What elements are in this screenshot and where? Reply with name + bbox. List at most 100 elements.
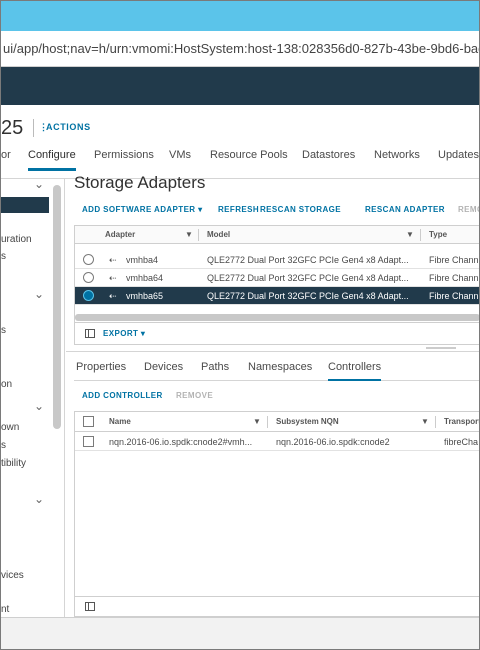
tab-updates[interactable]: Updates [438,145,479,179]
column-header-model[interactable]: Model [207,230,230,239]
adapter-model: QLE2772 Dual Port 32GFC PCIe Gen4 x8 Ada… [207,255,409,265]
tab-controllers[interactable]: Controllers [328,361,382,381]
sidebar-item[interactable]: own [1,422,19,433]
app-window: ui/app/host;nav=h/urn:vmomi:HostSystem:h… [0,0,480,650]
table-row[interactable]: ⇠ vmhba4 QLE2772 Dual Port 32GFC PCIe Ge… [75,251,479,269]
sidebar-item[interactable]: s [1,325,6,336]
column-separator[interactable] [198,229,199,241]
sidebar-item[interactable]: uration [1,234,32,245]
add-software-adapter-button[interactable]: ADD SOFTWARE ADAPTER ▾ [82,205,203,214]
column-header-transport[interactable]: Transport [444,417,479,426]
column-separator[interactable] [435,416,436,428]
pane-divider [66,351,479,352]
refresh-button[interactable]: REFRESH [218,205,259,214]
page-title: Storage Adapters [74,173,206,192]
status-bar [1,617,479,649]
actions-label: ACTIONS [46,122,91,132]
adapter-type: Fibre Chann [429,273,479,283]
split-resize-handle[interactable] [426,347,456,349]
sidebar-item-active[interactable] [1,197,49,213]
tab-configure[interactable]: Configure [28,145,76,179]
row-radio[interactable] [83,254,94,265]
adapter-name: vmhba4 [126,255,159,265]
column-header-subsystem-nqn[interactable]: Subsystem NQN [276,417,339,426]
chevron-down-icon[interactable]: ⌄ [34,287,44,301]
tab-properties[interactable]: Properties [76,361,126,381]
grid-footer [75,596,479,616]
controller-nqn: nqn.2016-06.io.spdk:cnode2 [276,437,390,447]
grid-horizontal-scrollbar[interactable] [75,314,479,321]
column-separator[interactable] [420,229,421,241]
more-vertical-icon: ⋮ [39,122,49,132]
column-header-name[interactable]: Name [109,417,131,426]
chevron-down-icon[interactable]: ⌄ [34,399,44,413]
adapter-name: vmhba64 [126,273,164,283]
adapter-model: QLE2772 Dual Port 32GFC PCIe Gen4 x8 Ada… [207,291,409,301]
window-titlebar [1,1,479,31]
grid-footer: EXPORT ▾ [75,322,479,344]
tab-paths[interactable]: Paths [201,361,229,381]
app-header [1,67,479,105]
grid-header: Adapter ▼ Model ▼ Type [75,226,479,244]
actions-menu[interactable]: ⋮ACTIONS [39,122,91,133]
header-divider [33,119,34,137]
controllers-grid: Name ▼ Subsystem NQN ▼ Transport nqn.201… [74,411,479,617]
sidebar-item[interactable]: on [1,379,12,390]
sidebar-item[interactable]: nt [1,604,9,615]
adapters-grid: Adapter ▼ Model ▼ Type ⇠ vmhba4 QLE2772 … [74,225,479,345]
filter-icon[interactable]: ▼ [406,230,414,239]
chevron-down-icon[interactable]: ⌄ [34,177,44,191]
tab-partial[interactable]: or [1,145,11,179]
table-row[interactable]: ⇠ vmhba64 QLE2772 Dual Port 32GFC PCIe G… [75,269,479,287]
filter-icon[interactable]: ▼ [253,417,261,426]
adapter-type: Fibre Chann [429,255,479,265]
host-name: 25 [1,117,24,139]
sidebar-item[interactable]: s [1,440,6,451]
chevron-down-icon[interactable]: ⌄ [34,492,44,506]
object-tabs: or Configure Permissions VMs Resource Po… [1,145,479,179]
object-header: 25 ⋮ACTIONS or Configure Permissions VMs… [1,105,479,179]
column-separator[interactable] [267,416,268,428]
adapter-icon: ⇠ [109,291,117,301]
row-checkbox[interactable] [83,436,94,447]
table-row-selected[interactable]: ⇠ vmhba65 QLE2772 Dual Port 32GFC PCIe G… [75,287,479,305]
configure-sidebar: ⌄ uration s ⌄ s on ⌄ own s tibility ⌄ vi… [1,177,65,617]
adapter-model: QLE2772 Dual Port 32GFC PCIe Gen4 x8 Ada… [207,273,409,283]
tab-namespaces[interactable]: Namespaces [248,361,312,381]
sidebar-scrollbar[interactable] [53,185,61,429]
sidebar-item[interactable]: s [1,251,6,262]
adapter-name: vmhba65 [126,291,164,301]
rescan-storage-button[interactable]: RESCAN STORAGE [260,205,341,214]
sidebar-item[interactable]: vices [1,570,24,581]
main-panel: Storage Adapters ADD SOFTWARE ADAPTER ▾ … [66,173,479,617]
adapter-icon: ⇠ [109,255,117,265]
filter-icon[interactable]: ▼ [185,230,193,239]
export-button[interactable]: EXPORT ▾ [103,329,145,338]
grid-header: Name ▼ Subsystem NQN ▼ Transport [75,412,479,432]
select-all-checkbox[interactable] [83,416,94,427]
sidebar-item[interactable]: tibility [1,458,26,469]
adapter-type: Fibre Chann [429,291,479,301]
row-radio[interactable] [83,272,94,283]
remove-adapter-button[interactable]: REMO [458,205,479,214]
column-toggle-icon[interactable] [85,602,95,611]
url-text[interactable]: ui/app/host;nav=h/urn:vmomi:HostSystem:h… [3,41,479,56]
filter-icon[interactable]: ▼ [421,417,429,426]
tab-networks[interactable]: Networks [374,145,420,179]
table-row[interactable]: nqn.2016-06.io.spdk:cnode2#vmh... nqn.20… [75,433,479,451]
rescan-adapter-button[interactable]: RESCAN ADAPTER [365,205,445,214]
tab-resource-pools[interactable]: Resource Pools [210,145,288,179]
controller-name: nqn.2016-06.io.spdk:cnode2#vmh... [109,437,253,447]
remove-controller-button[interactable]: REMOVE [176,391,213,400]
row-radio[interactable] [83,290,94,301]
column-toggle-icon[interactable] [85,329,95,338]
tab-datastores[interactable]: Datastores [302,145,355,179]
adapter-icon: ⇠ [109,273,117,283]
add-controller-button[interactable]: ADD CONTROLLER [82,391,163,400]
column-header-adapter[interactable]: Adapter [105,230,135,239]
tab-devices[interactable]: Devices [144,361,183,381]
column-header-type[interactable]: Type [429,230,447,239]
address-bar[interactable]: ui/app/host;nav=h/urn:vmomi:HostSystem:h… [1,31,479,67]
controller-transport: fibreCha [444,437,479,447]
detail-tabs: Properties Devices Paths Namespaces Cont… [74,359,479,381]
